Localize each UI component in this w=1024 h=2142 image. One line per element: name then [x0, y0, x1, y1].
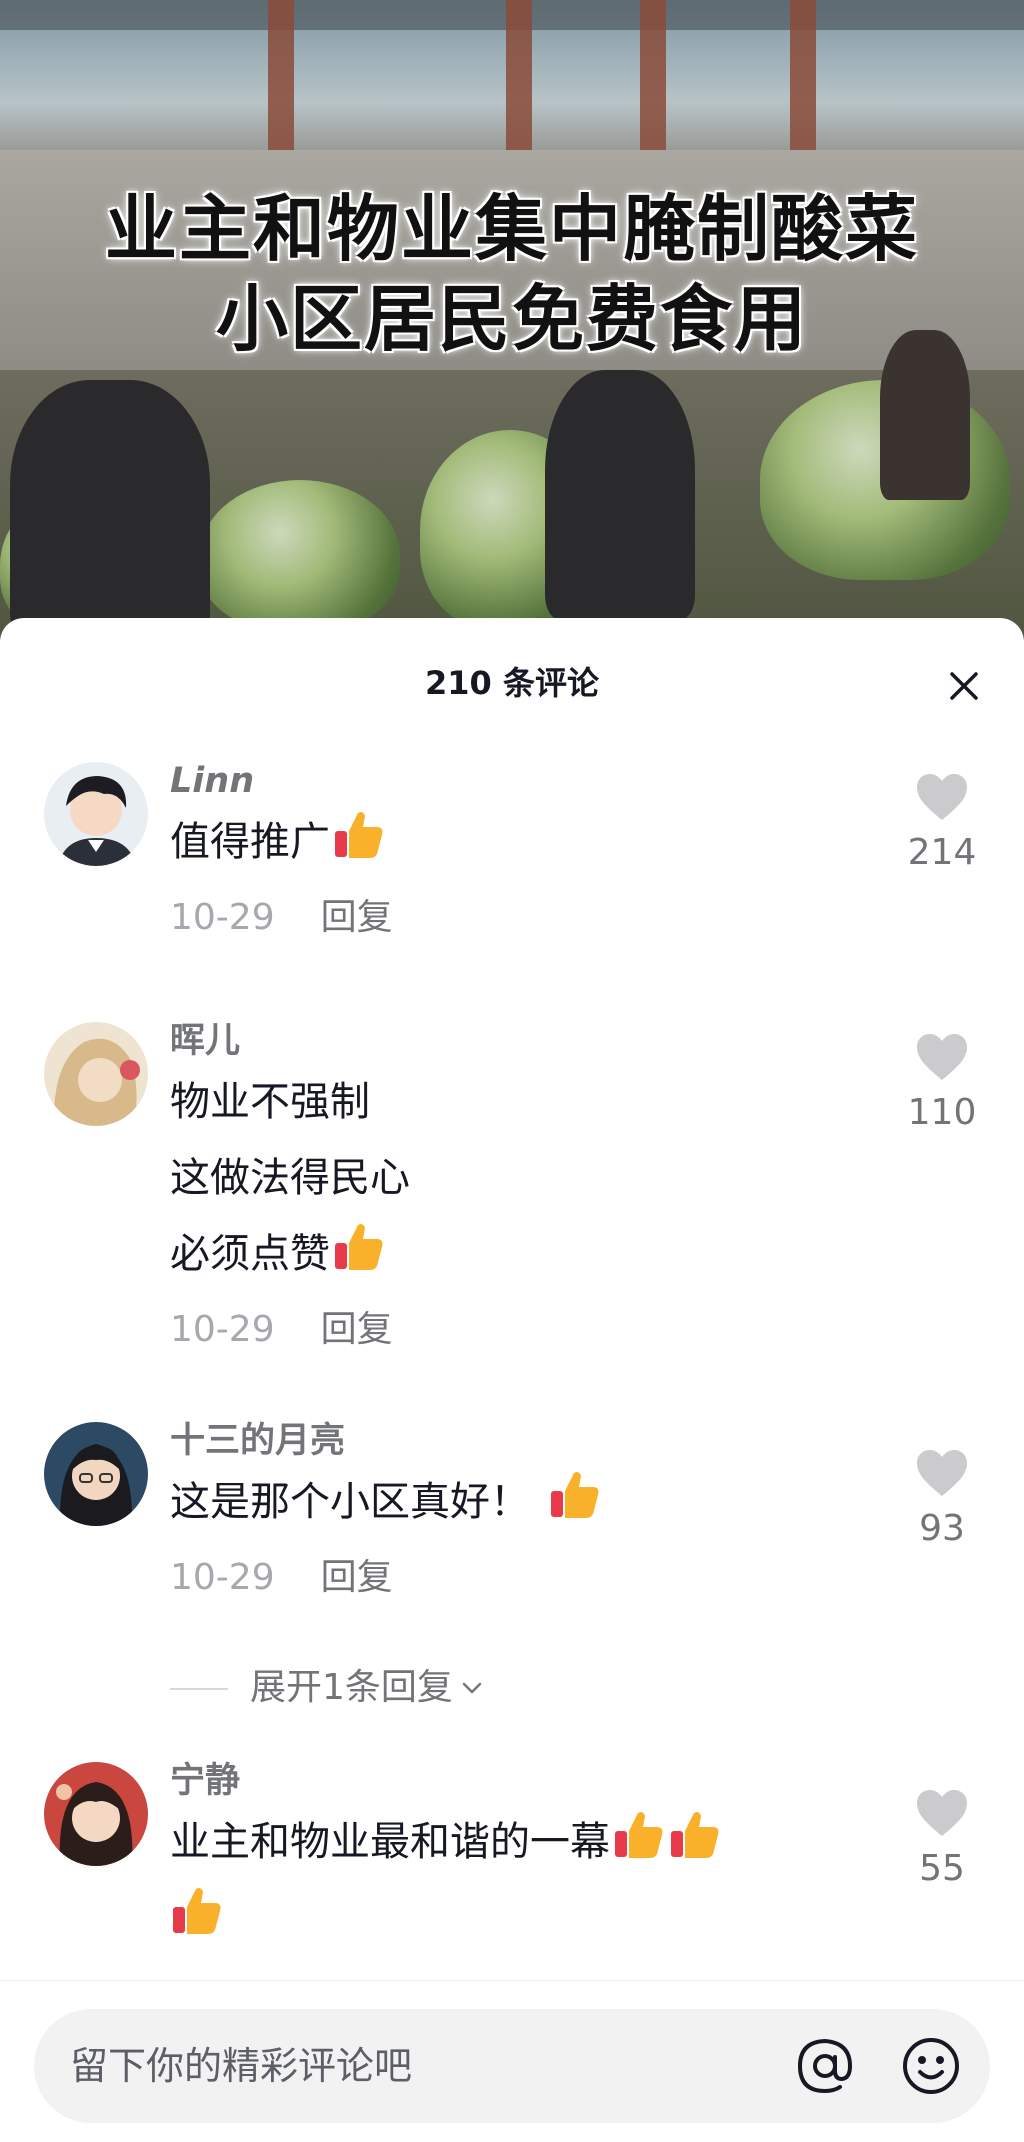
expand-replies-label: 展开1条回复 — [250, 1667, 453, 1708]
heart-icon — [917, 774, 967, 820]
comment-meta: 10-29 回复 — [170, 888, 890, 948]
comment-author[interactable]: 宁静 — [170, 1758, 890, 1804]
thumbs-up-icon — [335, 812, 383, 858]
like-button[interactable]: 55 — [892, 1788, 992, 1889]
comment-input[interactable]: 留下你的精彩评论吧 — [34, 2009, 990, 2123]
avatar[interactable] — [44, 1762, 148, 1866]
comment-text-content: 这是那个小区真好！ — [170, 1479, 530, 1525]
heart-icon — [917, 1790, 967, 1836]
comment-date: 10-29 — [170, 897, 275, 938]
comment-text: 这是那个小区真好！ — [170, 1464, 890, 1540]
person-figure — [10, 380, 210, 640]
expand-replies-button[interactable]: 展开1条回复 — [170, 1658, 485, 1718]
background-pillar — [268, 0, 294, 170]
heart-icon — [917, 1034, 967, 1080]
comment-text: 物业不强制 这做法得民心 必须点赞 — [170, 1064, 890, 1292]
chevron-down-icon — [462, 1682, 482, 1694]
background-pillar — [506, 0, 532, 170]
reply-button[interactable]: 回复 — [321, 1309, 393, 1350]
comment-author[interactable]: 十三的月亮 — [170, 1418, 890, 1464]
comment-meta: 10-29 回复 — [170, 1300, 890, 1360]
comment-author[interactable]: Linn — [170, 758, 890, 804]
avatar[interactable] — [44, 1022, 148, 1126]
avatar[interactable] — [44, 1422, 148, 1526]
like-button[interactable]: 110 — [892, 1032, 992, 1133]
background-pillar — [640, 0, 666, 170]
cabbage-pile — [200, 480, 400, 630]
comment-text-content: 业主和物业最和谐的一幕 — [170, 1819, 610, 1865]
emoji-icon[interactable] — [900, 2035, 962, 2097]
close-icon — [950, 672, 978, 700]
like-count: 55 — [919, 1848, 965, 1889]
background-pillar — [790, 0, 816, 170]
video-caption-line-2: 小区居民免费食用 — [215, 277, 808, 361]
reply-button[interactable]: 回复 — [321, 897, 393, 938]
person-figure — [545, 370, 695, 620]
comment-input-placeholder: 留下你的精彩评论吧 — [70, 2044, 413, 2088]
close-button[interactable] — [942, 664, 986, 708]
avatar[interactable] — [44, 762, 148, 866]
comment-meta: 10-29 回复 — [170, 1548, 890, 1608]
like-count: 214 — [907, 832, 977, 873]
heart-icon — [917, 1450, 967, 1496]
thumbs-up-icon — [615, 1812, 663, 1858]
comment-input-bar: 留下你的精彩评论吧 — [0, 1980, 1024, 2142]
thumbs-up-icon — [173, 1888, 221, 1934]
thumbs-up-icon — [335, 1224, 383, 1270]
like-button[interactable]: 93 — [892, 1448, 992, 1549]
comment-sheet: 210 条评论 Linn 值得推广 10-29 回复 214 晖儿 物业不强制 … — [0, 618, 1024, 2142]
comment-body: 十三的月亮 这是那个小区真好！ 10-29 回复 — [170, 1418, 890, 1608]
video-preview[interactable]: 业主和物业集中腌制酸菜 小区居民免费食用 — [0, 0, 1024, 640]
reply-button[interactable]: 回复 — [321, 1557, 393, 1598]
comment-text: 值得推广 — [170, 804, 890, 880]
like-button[interactable]: 214 — [892, 772, 992, 873]
comment-count-title: 210 条评论 — [425, 664, 599, 702]
comment-body: 晖儿 物业不强制 这做法得民心 必须点赞 10-29 回复 — [170, 1018, 890, 1360]
like-count: 93 — [919, 1508, 965, 1549]
comment-text-content: 值得推广 — [170, 819, 330, 865]
thumbs-up-icon — [671, 1812, 719, 1858]
comment-text: 业主和物业最和谐的一幕 — [170, 1804, 890, 1956]
comment-author[interactable]: 晖儿 — [170, 1018, 890, 1064]
divider-line — [170, 1688, 228, 1690]
comment-body: 宁静 业主和物业最和谐的一幕 — [170, 1758, 890, 1956]
avatar-image — [44, 1022, 148, 1126]
thumbs-up-icon — [551, 1472, 599, 1518]
avatar-image — [44, 1762, 148, 1866]
sheet-header: 210 条评论 — [0, 618, 1024, 748]
comment-date: 10-29 — [170, 1557, 275, 1598]
comment-body: Linn 值得推广 10-29 回复 — [170, 758, 890, 948]
at-mention-icon[interactable] — [794, 2035, 856, 2097]
avatar-image — [44, 1422, 148, 1526]
avatar-image — [44, 762, 148, 866]
comment-date: 10-29 — [170, 1309, 275, 1350]
like-count: 110 — [907, 1092, 977, 1133]
